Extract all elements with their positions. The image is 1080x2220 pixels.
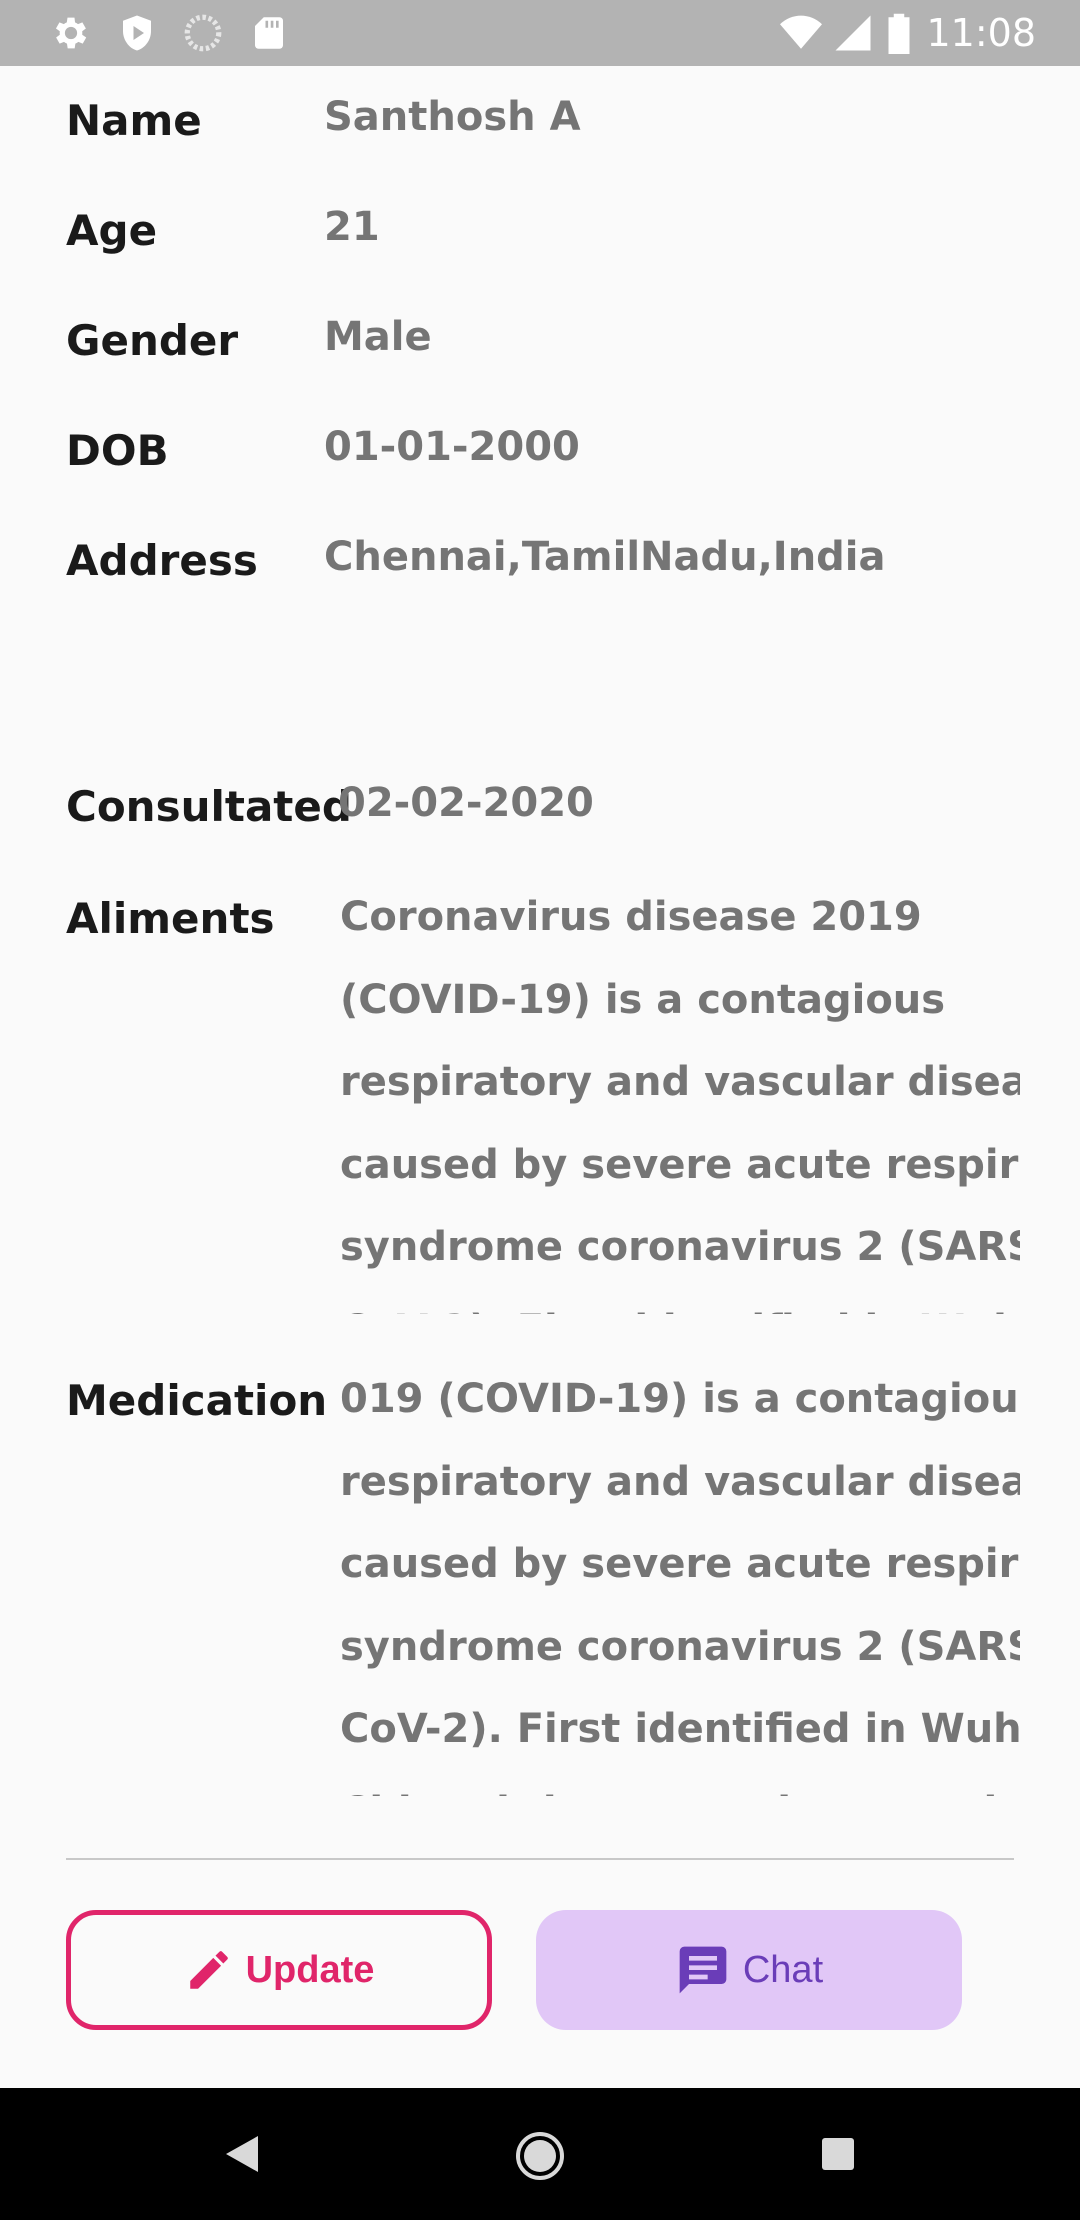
ailments-line: (COVID-19) is a contagious — [340, 976, 946, 1023]
age-label: Age — [66, 206, 158, 255]
medication-line: 019 (COVID-19) is a contagious — [340, 1376, 1020, 1422]
status-time: 11:08 — [926, 11, 1036, 55]
pencil-icon — [189, 1951, 228, 1989]
name-label: Name — [66, 96, 202, 145]
chat-label: Chat — [742, 1948, 824, 1991]
signal-icon — [835, 15, 871, 51]
dob-label: DOB — [66, 426, 169, 475]
address-value: Chennai,TamilNadu,India — [324, 534, 886, 580]
gender-value: Male — [324, 314, 432, 360]
shield-icon — [123, 15, 151, 51]
ailments-line: respiratory and vascular disease — [340, 1059, 1020, 1105]
battery-icon — [888, 13, 910, 54]
back-icon[interactable] — [222, 2132, 260, 2176]
medication-label: Medication — [66, 1376, 328, 1425]
update-button[interactable]: Update — [66, 1910, 492, 2030]
dob-value: 01-01-2000 — [324, 424, 580, 470]
name-value: Santhosh A — [324, 94, 581, 140]
age-value: 21 — [324, 204, 380, 250]
home-icon[interactable] — [514, 2130, 566, 2182]
update-label: Update — [245, 1948, 375, 1991]
settings-icon — [55, 17, 87, 49]
medication-text[interactable]: 019 (COVID-19) is a contagious respirato… — [340, 1358, 1020, 1796]
medication-line: syndrome coronavirus 2 (SARS- — [340, 1623, 1020, 1670]
consulted-value: 02-02-2020 — [338, 780, 594, 826]
ailments-line: caused by severe acute respiratory — [340, 1141, 1020, 1188]
chat-button[interactable]: Chat — [536, 1910, 962, 2030]
ailments-label: Aliments — [66, 894, 275, 943]
ailments-line: Coronavirus disease 2019 — [340, 894, 922, 940]
divider — [66, 1858, 1014, 1860]
consulted-label: Consultated — [66, 782, 352, 831]
sd-card-icon — [255, 17, 283, 49]
gender-label: Gender — [66, 316, 239, 365]
wifi-icon — [780, 15, 822, 49]
ailments-line: syndrome coronavirus 2 (SARS- — [340, 1224, 1020, 1270]
recents-icon[interactable] — [820, 2136, 856, 2172]
navigation-bar — [0, 2088, 1080, 2220]
sync-icon — [184, 14, 222, 52]
ailments-line: CoV-2). First identified in Wuhan, — [340, 1289, 1020, 1315]
medication-line: China, it has spread across the — [340, 1771, 1020, 1797]
chat-bubble-icon — [679, 1946, 727, 1994]
medication-line: CoV-2). First identified in Wuhan, — [340, 1706, 1020, 1752]
medication-line: caused by severe acute respiratory — [340, 1541, 1020, 1587]
status-bar: 11:08 — [0, 0, 1080, 66]
ailments-text[interactable]: Coronavirus disease 2019 (COVID-19) is a… — [340, 876, 1020, 1314]
address-label: Address — [66, 536, 258, 585]
medication-line: respiratory and vascular disease — [340, 1458, 1020, 1505]
